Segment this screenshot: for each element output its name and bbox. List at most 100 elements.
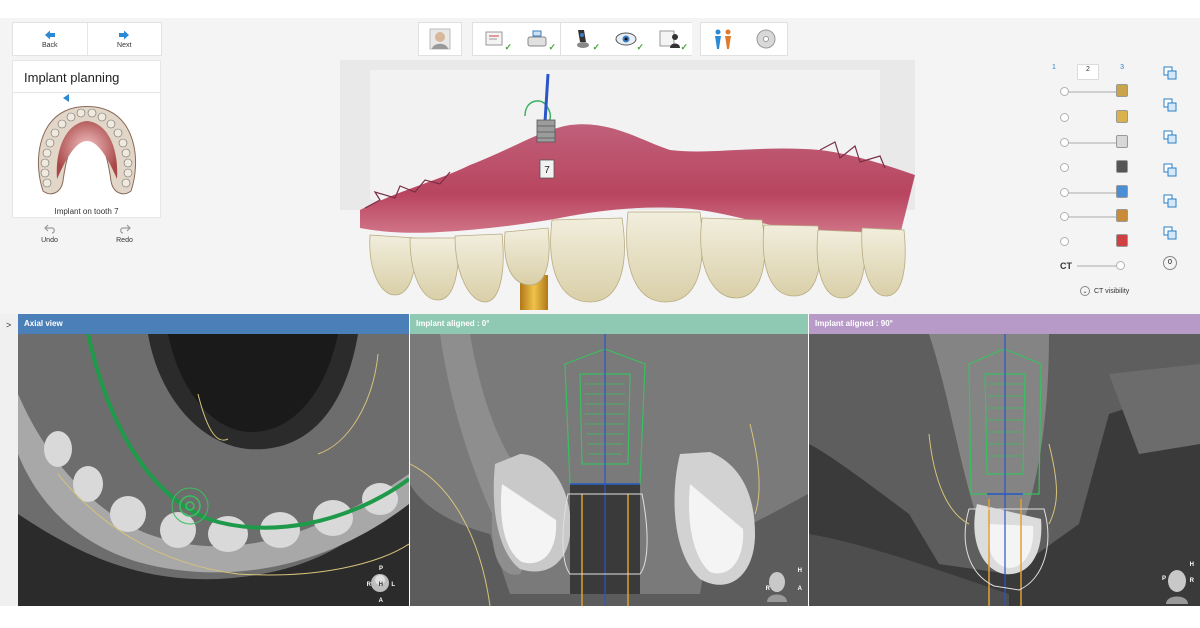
panel-title: Implant planning — [13, 61, 160, 93]
drill-icon — [1116, 234, 1128, 247]
step-done-check: ✓ — [636, 42, 644, 52]
view-title-bar: Implant aligned : 90° — [809, 314, 1200, 334]
abutment-opacity-slider[interactable] — [1058, 160, 1128, 174]
slider-knob[interactable] — [1060, 163, 1069, 172]
nav-bar: Back Next — [12, 22, 162, 56]
redo-icon — [119, 224, 131, 234]
orientation-label: R — [366, 582, 371, 588]
slider-track[interactable] — [1063, 91, 1121, 93]
copy-icon[interactable] — [1163, 226, 1177, 240]
slider-knob[interactable] — [1060, 138, 1069, 147]
undo-icon — [43, 224, 55, 234]
step-done-check: ✓ — [504, 42, 512, 52]
preset-tab-3[interactable]: 3 — [1120, 64, 1124, 80]
orientation-label: P — [1161, 576, 1166, 582]
tooth-number-tag: 7 — [544, 165, 550, 176]
undo-button[interactable]: Undo — [12, 224, 87, 256]
copy-icon[interactable] — [1163, 163, 1177, 177]
orientation-label: R — [1189, 578, 1194, 584]
slider-track[interactable] — [1063, 142, 1121, 144]
implant-opacity-slider[interactable] — [1058, 185, 1128, 199]
implant-aligned-90-view[interactable]: Implant aligned : 90° H P R — [809, 314, 1200, 606]
view-title-bar: Axial view — [18, 314, 409, 334]
ct-opacity-slider[interactable] — [1072, 258, 1128, 272]
prep-opacity-slider[interactable] — [1058, 110, 1128, 124]
people-icon — [714, 29, 731, 49]
antagonist-icon — [1116, 135, 1128, 148]
scan-import-icon — [527, 30, 547, 47]
implant-planning-app: Back Next Implant planning Implant on to… — [0, 0, 1200, 628]
next-button[interactable]: Next — [88, 23, 162, 55]
arch-thumbnail[interactable] — [25, 101, 149, 201]
workflow-step-people[interactable] — [700, 22, 744, 56]
step-done-check: ✓ — [680, 42, 688, 52]
info-icon[interactable]: 0 — [1163, 256, 1177, 270]
preset-tabs: 1 2 3 — [1052, 64, 1124, 80]
sagittal-ct-image — [809, 334, 1200, 606]
copy-icon[interactable] — [1163, 130, 1177, 144]
edit-bar: Undo Redo — [12, 224, 162, 256]
gingiva-opacity-slider[interactable] — [1058, 84, 1128, 98]
head-orientation-icon — [1166, 570, 1188, 604]
back-button[interactable]: Back — [13, 23, 88, 55]
redo-label: Redo — [116, 237, 133, 244]
abutment-icon — [1116, 160, 1128, 173]
orientation-label: L — [391, 582, 395, 588]
ct-visibility-toggle[interactable]: ⌄ CT visibility — [1080, 286, 1129, 296]
sleeve-icon — [1116, 209, 1128, 222]
implant-caption: Implant on tooth 7 — [54, 207, 119, 216]
patient-photo-icon — [429, 28, 451, 50]
prep-icon — [1116, 110, 1128, 123]
expand-chevron: > — [6, 320, 12, 330]
copy-icon[interactable] — [1163, 194, 1177, 208]
arrow-right-icon — [119, 30, 130, 39]
implant-planning-panel: Implant planning Implant on tooth 7 — [12, 60, 161, 218]
workflow-step-patient[interactable] — [418, 22, 462, 56]
step-done-check: ✓ — [548, 42, 556, 52]
slider-knob[interactable] — [1116, 261, 1125, 270]
view-title: Implant aligned : 0° — [416, 319, 490, 328]
preset-tab-1[interactable]: 1 — [1052, 64, 1056, 80]
view-title-bar: Implant aligned : 0° — [410, 314, 808, 334]
slider-track[interactable] — [1063, 216, 1121, 218]
antagonist-opacity-slider[interactable] — [1058, 135, 1128, 149]
views-sidebar-toggle[interactable]: > — [0, 314, 18, 606]
workflow-step-prescription[interactable]: ✓ — [472, 22, 516, 56]
slider-knob[interactable] — [1060, 113, 1069, 122]
workflow-step-export[interactable] — [744, 22, 788, 56]
slider-track[interactable] — [1063, 192, 1121, 194]
slider-knob[interactable] — [1060, 87, 1069, 96]
workflow-step-view[interactable]: ✓ — [604, 22, 648, 56]
workflow-step-scan[interactable]: ✓ — [560, 22, 604, 56]
back-label: Back — [41, 41, 58, 49]
ct-visibility-label: CT visibility — [1094, 287, 1130, 295]
copy-icon[interactable] — [1163, 98, 1177, 112]
preset-tab-2[interactable]: 2 — [1077, 64, 1099, 80]
coronal-ct-image — [410, 334, 808, 606]
view-title: Implant aligned : 90° — [815, 319, 893, 328]
slider-knob[interactable] — [1060, 188, 1069, 197]
step-done-check: ✓ — [592, 42, 600, 52]
axial-ct-image — [18, 334, 409, 606]
eye-view-icon — [615, 32, 637, 46]
undo-label: Undo — [41, 237, 58, 244]
next-label: Next — [117, 41, 132, 49]
redo-button[interactable]: Redo — [87, 224, 162, 256]
workflow-step-import[interactable]: ✓ — [516, 22, 560, 56]
implant-aligned-0-view[interactable]: Implant aligned : 0° H R A — [410, 314, 808, 606]
drill-opacity-slider[interactable] — [1058, 234, 1128, 248]
arrow-left-icon — [44, 30, 55, 39]
orientation-label: P — [378, 566, 383, 572]
disc-icon — [756, 29, 775, 49]
orientation-label: H — [378, 582, 383, 588]
workflow-step-design[interactable]: ✓ — [648, 22, 692, 56]
sleeve-opacity-slider[interactable] — [1058, 209, 1128, 223]
3d-model-view[interactable]: 7 — [340, 60, 915, 310]
slider-knob[interactable] — [1060, 212, 1069, 221]
slider-knob[interactable] — [1060, 237, 1069, 246]
copy-icon[interactable] — [1163, 66, 1177, 80]
orientation-label: H — [1189, 562, 1194, 568]
view-title: Axial view — [24, 319, 63, 328]
axial-view[interactable]: Axial view P R H L A — [18, 314, 409, 606]
orientation-label: R — [765, 586, 770, 592]
